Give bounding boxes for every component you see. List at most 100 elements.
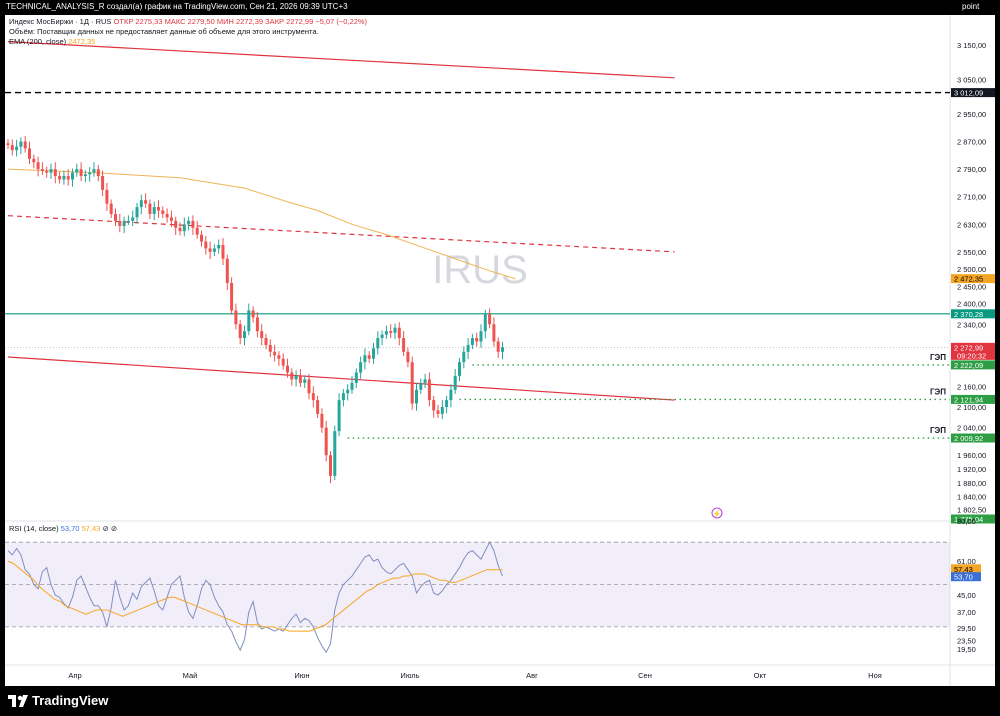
candle-body (389, 331, 393, 333)
candle-body (71, 172, 74, 180)
legend-rsi-icons[interactable]: ⊘ ⊘ (102, 524, 117, 533)
candle-body (58, 176, 62, 180)
rsi-price-label: 53,70 (954, 573, 973, 582)
candle-body (144, 200, 148, 204)
candle-body (243, 331, 246, 339)
candle-body (114, 213, 117, 221)
tradingview-logo[interactable]: TradingView (8, 693, 108, 708)
candle-body (191, 220, 195, 228)
legend-rsi-label[interactable]: RSI (14, close) (9, 524, 59, 533)
candle-body (23, 141, 27, 149)
candle-body (157, 207, 160, 211)
candle-body (316, 400, 320, 414)
candle-body (6, 143, 10, 146)
y-tick-label: 2 630,00 (957, 220, 986, 229)
candle-body (28, 148, 31, 159)
candle-body (475, 338, 479, 342)
x-tick-label: Июн (294, 671, 309, 680)
y-tick-label: 3 050,00 (957, 76, 986, 85)
candle-body (88, 172, 92, 175)
candle-body (384, 331, 388, 335)
candle-body (427, 379, 431, 401)
y-tick-label: 2 500,00 (957, 265, 986, 274)
candle-body (92, 169, 96, 173)
candle-body (187, 220, 191, 225)
candle-body (466, 344, 470, 352)
candle-body (75, 169, 79, 173)
price-label-countdown: 09:20:32 (957, 351, 986, 360)
candle-body (311, 393, 315, 401)
candle-body (492, 324, 496, 342)
y-tick-label: 2 870,00 (957, 138, 986, 147)
candle-body (273, 351, 277, 356)
candle-body (238, 324, 242, 339)
candle-body (118, 220, 122, 227)
x-tick-label: Июль (400, 671, 419, 680)
tradingview-window: TECHNICAL_ANALYSIS_R создал(а) график на… (0, 0, 1000, 716)
candle-body (217, 244, 221, 249)
chart-area[interactable]: IRUS 3 150,00 3 050,00 2 950,00 2 870,00 2 79… (5, 15, 995, 686)
candle-body (10, 145, 14, 151)
candle-body (458, 362, 461, 376)
tradingview-logo-text: TradingView (32, 693, 109, 708)
candle-body (488, 313, 492, 325)
x-tick-label: Ноя (868, 671, 882, 680)
candle-body (200, 234, 203, 242)
candle-body (165, 213, 169, 218)
candle-body (501, 347, 504, 352)
legend-rsi-value: 53,70 (60, 524, 80, 533)
candle-body (221, 244, 225, 259)
candle-body (66, 176, 70, 180)
candle-body (380, 334, 384, 339)
price-scale-unit[interactable]: point (962, 0, 979, 14)
trend-line (7, 215, 675, 253)
candle-body (376, 338, 380, 349)
trend-line (7, 356, 675, 401)
candle-body (152, 207, 156, 214)
y-tick-label: 2 790,00 (957, 165, 986, 174)
candle-body (208, 248, 212, 252)
price-chart[interactable]: IRUS 3 150,00 3 050,00 2 950,00 2 870,00 2 79… (5, 15, 995, 686)
candle-body (161, 210, 165, 214)
candle-body (462, 351, 466, 363)
candle-body (294, 375, 298, 380)
candle-body (290, 372, 294, 380)
candle-body (470, 338, 474, 345)
candle-body (496, 341, 500, 352)
y-tick-label: 2 160,00 (957, 382, 986, 391)
candle-body (135, 207, 139, 218)
candle-body (264, 338, 268, 345)
candle-body (109, 203, 113, 214)
legend-ema-label[interactable]: EMA (200, close) (9, 37, 66, 46)
y-tick-label: 2 710,00 (957, 193, 986, 202)
candle-body (19, 141, 23, 147)
legend-symbol[interactable]: Индекс МосБиржи · 1Д · RUS (9, 17, 111, 26)
y-tick-label: 2 340,00 (957, 320, 986, 329)
candle-body (372, 348, 375, 359)
lightning-icon-glyph: ⚡ (713, 509, 722, 518)
candle-body (247, 310, 251, 332)
candle-body (131, 217, 135, 221)
y-tick-label: 1 960,00 (957, 451, 986, 460)
candle-body (62, 176, 66, 180)
candle-body (337, 400, 341, 432)
candle-body (419, 382, 423, 390)
x-tick-label: Сен (638, 671, 652, 680)
candle-body (281, 358, 285, 366)
candle-body (440, 406, 444, 414)
candle-body (286, 365, 289, 373)
candle-body (49, 169, 53, 173)
price-label: 3 012,09 (954, 89, 983, 98)
rsi-y-tick-label: 19,50 (957, 645, 976, 654)
candle-body (303, 379, 307, 383)
y-tick-label: 2 450,00 (957, 282, 986, 291)
rsi-y-tick-label: 45,00 (957, 591, 976, 600)
y-tick-label: 1 920,00 (957, 465, 986, 474)
candle-body (483, 313, 487, 332)
legend-symbol-row: Индекс МосБиржи · 1Д · RUS ОТКР 2275,33 … (9, 17, 367, 26)
y-tick-label: 1 840,00 (957, 493, 986, 502)
price-label: 2 472,35 (954, 275, 983, 284)
candle-body (449, 389, 453, 401)
candle-body (40, 169, 44, 171)
y-tick-label: 1 880,00 (957, 479, 986, 488)
